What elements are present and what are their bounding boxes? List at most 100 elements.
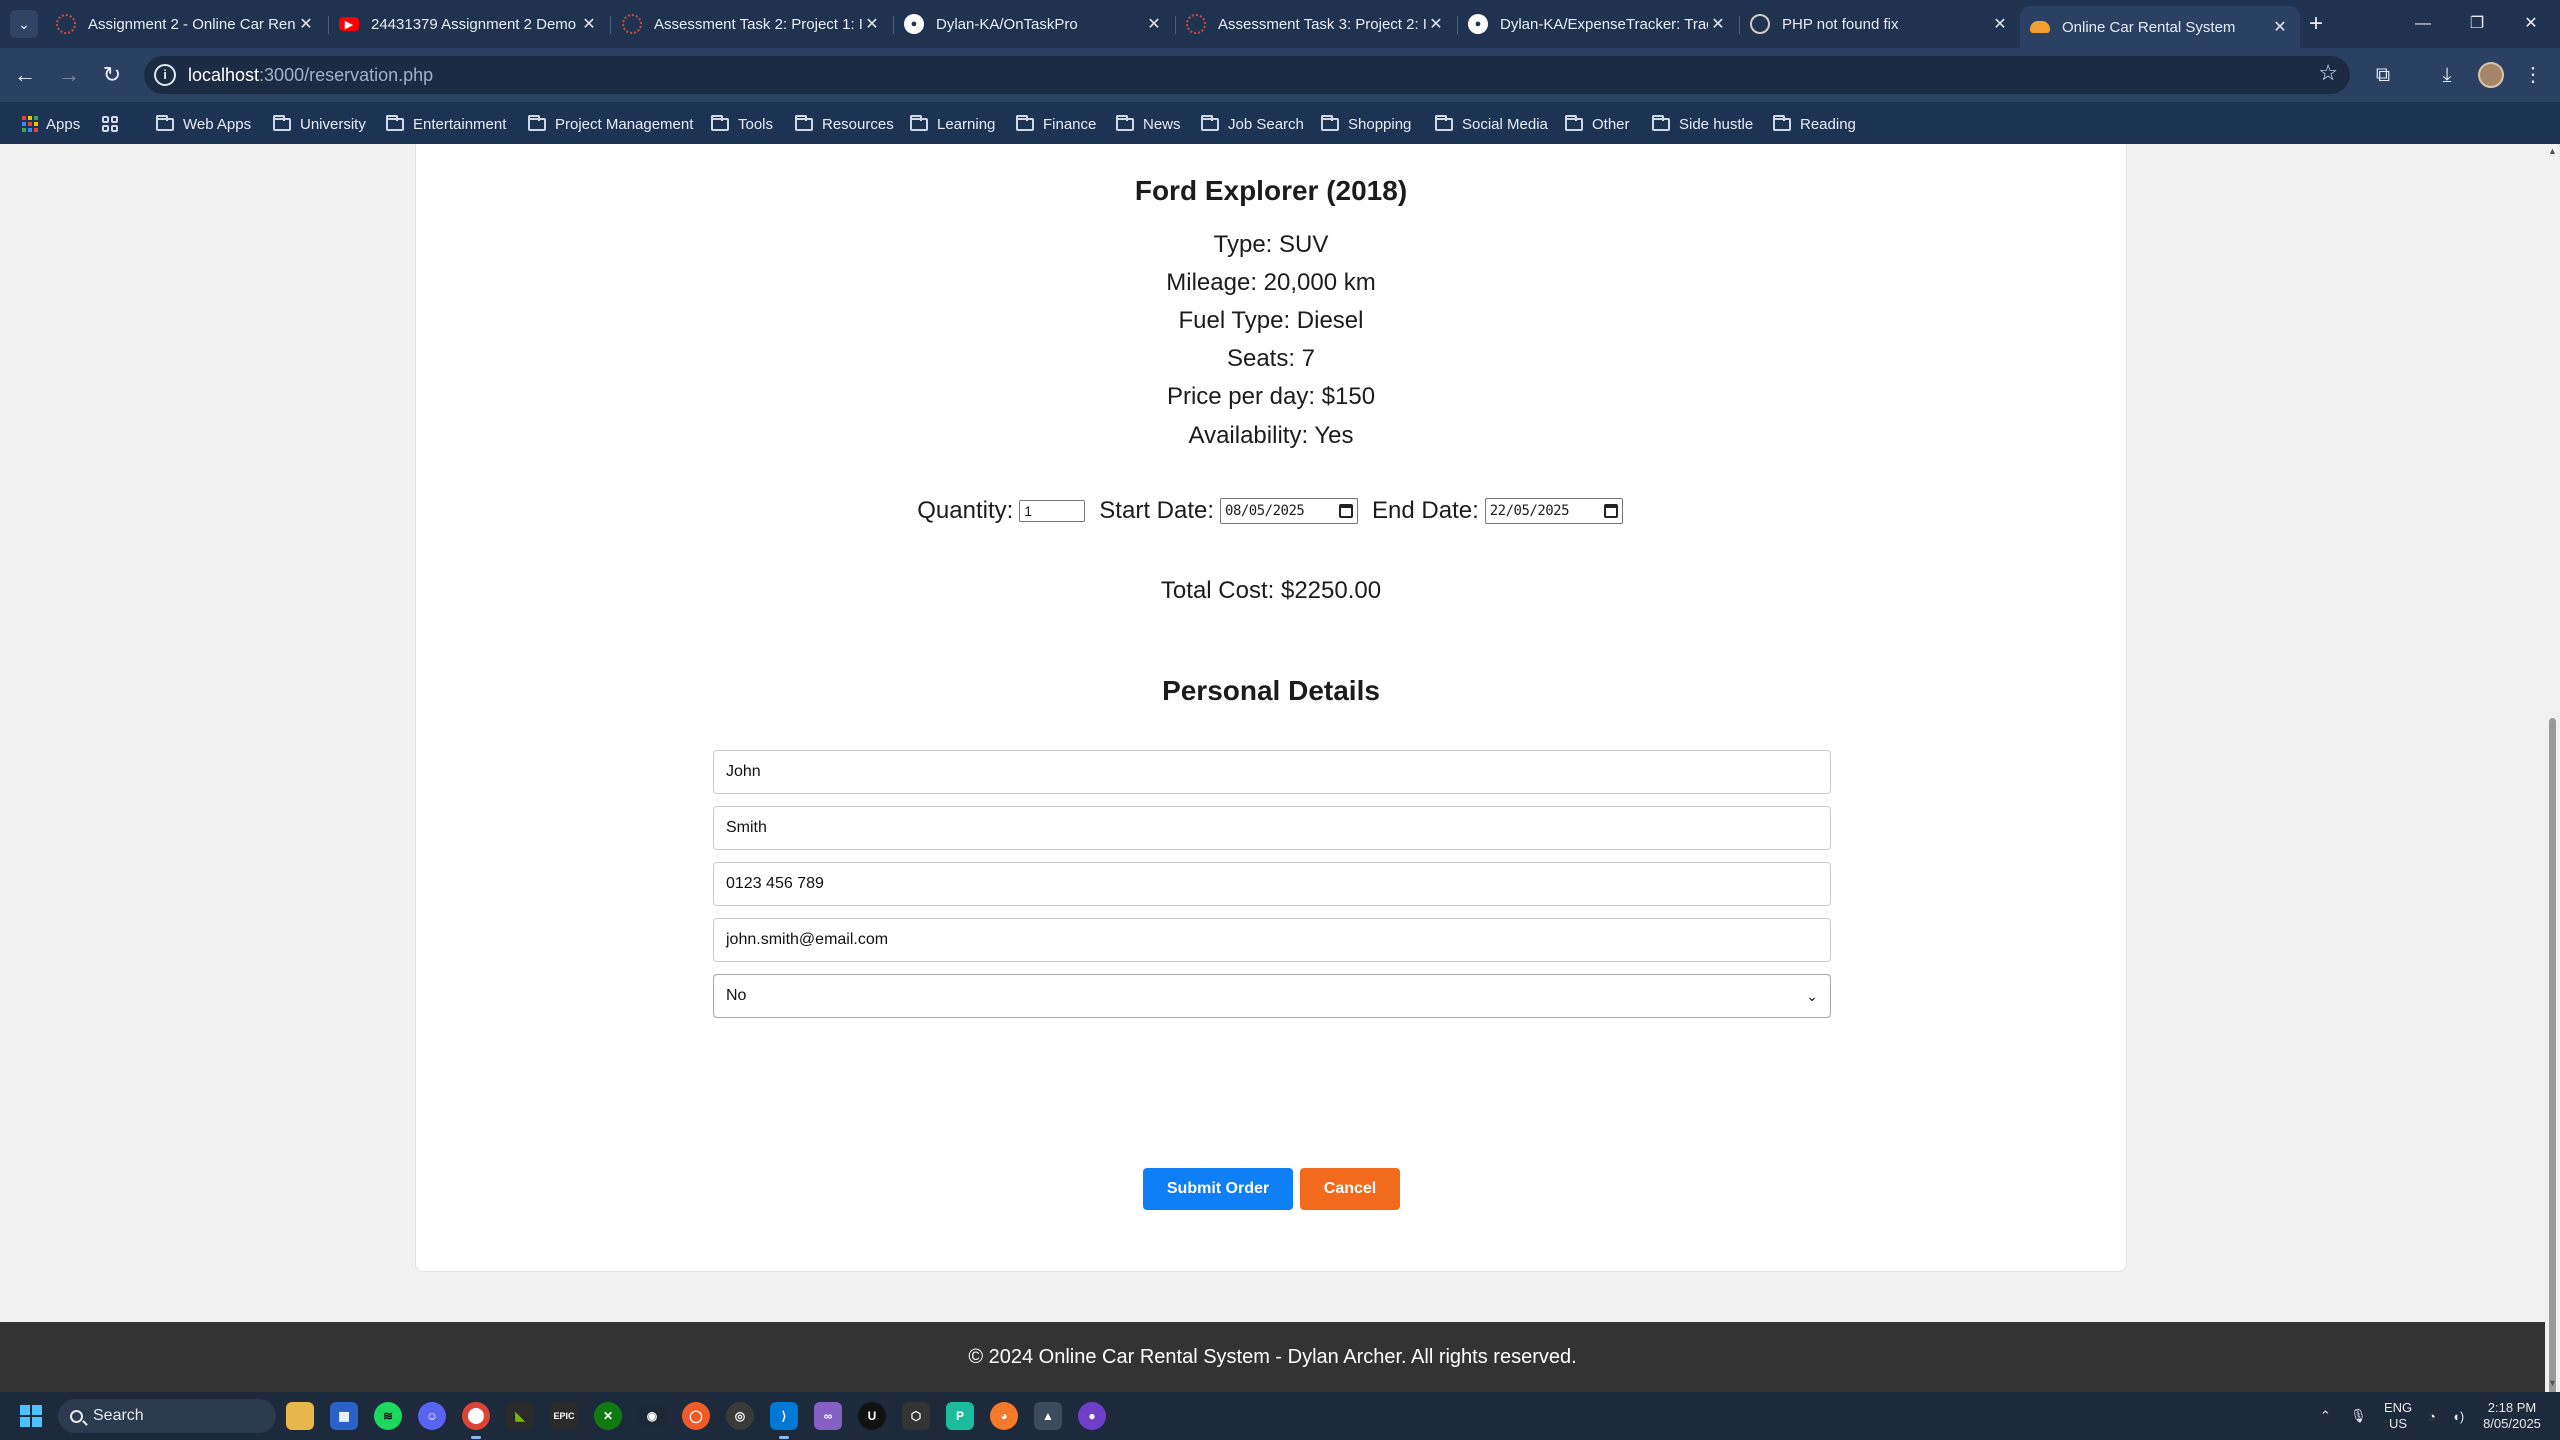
epic-games-icon[interactable]: EPIC (550, 1402, 578, 1430)
tray-overflow-icon[interactable]: ⌃ (2320, 1392, 2331, 1440)
quantity-input[interactable]: 1 (1019, 500, 1086, 522)
chatgpt-icon (1750, 14, 1770, 34)
downloads-icon[interactable]: ⤓ (2432, 60, 2462, 90)
back-icon[interactable]: ← (10, 60, 40, 90)
bookmark-folder[interactable]: Resources (795, 113, 894, 135)
search-icon (70, 1409, 83, 1423)
bookmark-folder[interactable]: Shopping (1321, 113, 1411, 135)
browser-tab[interactable]: ▶ 24431379 Assignment 2 Demo ✕ (329, 6, 609, 42)
browser-tab[interactable]: Assessment Task 3: Project 2: I ✕ (1176, 6, 1456, 42)
chevron-down-icon: ⌄ (1806, 987, 1818, 1004)
scroll-up-icon[interactable]: ▲ (2548, 146, 2557, 156)
bookmark-folder[interactable]: Job Search (1201, 113, 1304, 135)
bookmark-folder[interactable]: Reading (1773, 113, 1856, 135)
nvidia-icon[interactable]: ◣ (506, 1402, 534, 1430)
discord-icon[interactable]: ☺ (418, 1402, 446, 1430)
spotify-icon[interactable]: ≋ (374, 1402, 402, 1430)
folder-icon (1652, 114, 1670, 131)
close-tab-icon[interactable]: ✕ (862, 14, 882, 34)
language-indicator[interactable]: ENG US (2384, 1392, 2412, 1440)
extensions-icon[interactable]: ⧉ (2368, 60, 2398, 90)
chrome-icon[interactable] (462, 1402, 490, 1430)
end-date-input[interactable]: 22/05/2025 (1484, 498, 1623, 524)
bookmark-folder[interactable]: Web Apps (156, 113, 251, 135)
github-desktop-icon[interactable]: ● (1078, 1402, 1106, 1430)
minimize-icon[interactable]: — (2398, 8, 2448, 40)
windows-start-icon[interactable] (20, 1405, 42, 1427)
browser-tab[interactable]: ● Dylan-KA/OnTaskPro ✕ (894, 6, 1174, 42)
page-scrollbar[interactable]: ▲ ▼ (2545, 144, 2560, 1440)
close-tab-icon[interactable]: ✕ (2270, 17, 2290, 37)
bookmark-folder[interactable]: Finance (1016, 113, 1096, 135)
profile-avatar[interactable] (2478, 62, 2504, 88)
bookmark-apps[interactable]: Apps (22, 113, 80, 135)
blender-icon[interactable]: ◕ (990, 1402, 1018, 1430)
unity-icon[interactable]: ⬡ (902, 1402, 930, 1430)
restore-icon[interactable]: ❐ (2452, 8, 2502, 40)
phone-field[interactable]: 0123 456 789 (713, 862, 1831, 906)
wifi-icon[interactable]: ◔ (2428, 1392, 2436, 1440)
close-tab-icon[interactable]: ✕ (1144, 14, 1164, 34)
steam-icon[interactable]: ◉ (638, 1402, 666, 1430)
vscode-icon[interactable]: ⟩ (770, 1402, 798, 1430)
clock[interactable]: 2:18 PM 8/05/2025 (2482, 1392, 2542, 1440)
footer-text: © 2024 Online Car Rental System - Dylan … (968, 1345, 1577, 1368)
bookmark-star-icon[interactable]: ☆ (2318, 60, 2338, 86)
microphone-icon[interactable]: 🎙 (2350, 1392, 2367, 1440)
close-tab-icon[interactable]: ✕ (296, 14, 316, 34)
tab-search-menu-icon[interactable]: ⌄ (10, 10, 38, 38)
xbox-icon[interactable]: ✕ (594, 1402, 622, 1430)
forward-icon[interactable]: → (54, 60, 84, 90)
tab-groups-icon[interactable] (102, 113, 118, 135)
bookmark-folder[interactable]: Entertainment (386, 113, 506, 135)
car-fuel-type: Fuel Type: Diesel (1178, 307, 1364, 334)
close-tab-icon[interactable]: ✕ (579, 14, 599, 34)
browser-menu-icon[interactable]: ⋮ (2518, 60, 2548, 90)
new-tab-icon[interactable]: + (2302, 10, 2330, 38)
taskbar-search[interactable]: Search (58, 1399, 276, 1433)
bookmark-folder[interactable]: Other (1565, 113, 1630, 135)
close-tab-icon[interactable]: ✕ (1426, 14, 1446, 34)
ubisoft-icon[interactable]: ◎ (726, 1402, 754, 1430)
email-field[interactable]: john.smith@email.com (713, 918, 1831, 962)
microsoft-store-icon[interactable]: ▦ (330, 1402, 358, 1430)
bookmark-folder[interactable]: Project Management (528, 113, 693, 135)
start-date-input[interactable]: 08/05/2025 (1220, 498, 1359, 524)
browser-tab-active[interactable]: Online Car Rental System ✕ (2020, 6, 2300, 48)
browser-tab[interactable]: Assignment 2 - Online Car Ren ✕ (46, 6, 326, 42)
submit-order-button[interactable]: Submit Order (1143, 1168, 1293, 1210)
github-icon: ● (1468, 14, 1488, 34)
file-explorer-icon[interactable] (286, 1402, 314, 1430)
close-window-icon[interactable]: ✕ (2506, 8, 2556, 40)
browser-tab[interactable]: ● Dylan-KA/ExpenseTracker: Trac ✕ (1458, 6, 1738, 42)
url-text[interactable]: localhost:3000/reservation.php (188, 65, 433, 86)
cancel-button[interactable]: Cancel (1300, 1168, 1400, 1210)
first-name-field[interactable]: John (713, 750, 1831, 794)
bookmark-folder[interactable]: Side hustle (1652, 113, 1753, 135)
bookmark-folder[interactable]: Social Media (1435, 113, 1548, 135)
calendar-icon[interactable] (1339, 504, 1354, 518)
unreal-engine-icon[interactable]: U (858, 1402, 886, 1430)
photos-icon[interactable]: ▲ (1034, 1402, 1062, 1430)
scroll-thumb[interactable] (2549, 718, 2556, 1440)
terminal-app-icon[interactable]: P (946, 1402, 974, 1430)
origin-icon[interactable]: ◯ (682, 1402, 710, 1430)
visual-studio-icon[interactable]: ∞ (814, 1402, 842, 1430)
calendar-icon[interactable] (1603, 504, 1618, 518)
license-select[interactable]: No ⌄ (713, 974, 1831, 1018)
scroll-down-icon[interactable]: ▼ (2548, 1378, 2557, 1388)
reload-icon[interactable]: ↻ (97, 60, 127, 90)
browser-tab[interactable]: Assessment Task 2: Project 1: I ✕ (612, 6, 892, 42)
site-info-icon[interactable]: i (154, 64, 176, 86)
close-tab-icon[interactable]: ✕ (1990, 14, 2010, 34)
bookmark-folder[interactable]: University (273, 113, 366, 135)
bookmark-folder[interactable]: Tools (711, 113, 773, 135)
last-name-field[interactable]: Smith (713, 806, 1831, 850)
address-bar[interactable]: i localhost:3000/reservation.php ☆ (144, 56, 2350, 94)
close-tab-icon[interactable]: ✕ (1708, 14, 1728, 34)
spinner-icon (1186, 14, 1206, 34)
browser-tab[interactable]: PHP not found fix ✕ (1740, 6, 2020, 42)
bookmark-folder[interactable]: Learning (910, 113, 995, 135)
bookmark-folder[interactable]: News (1116, 113, 1181, 135)
volume-icon[interactable]: ◖) (2452, 1392, 2464, 1440)
